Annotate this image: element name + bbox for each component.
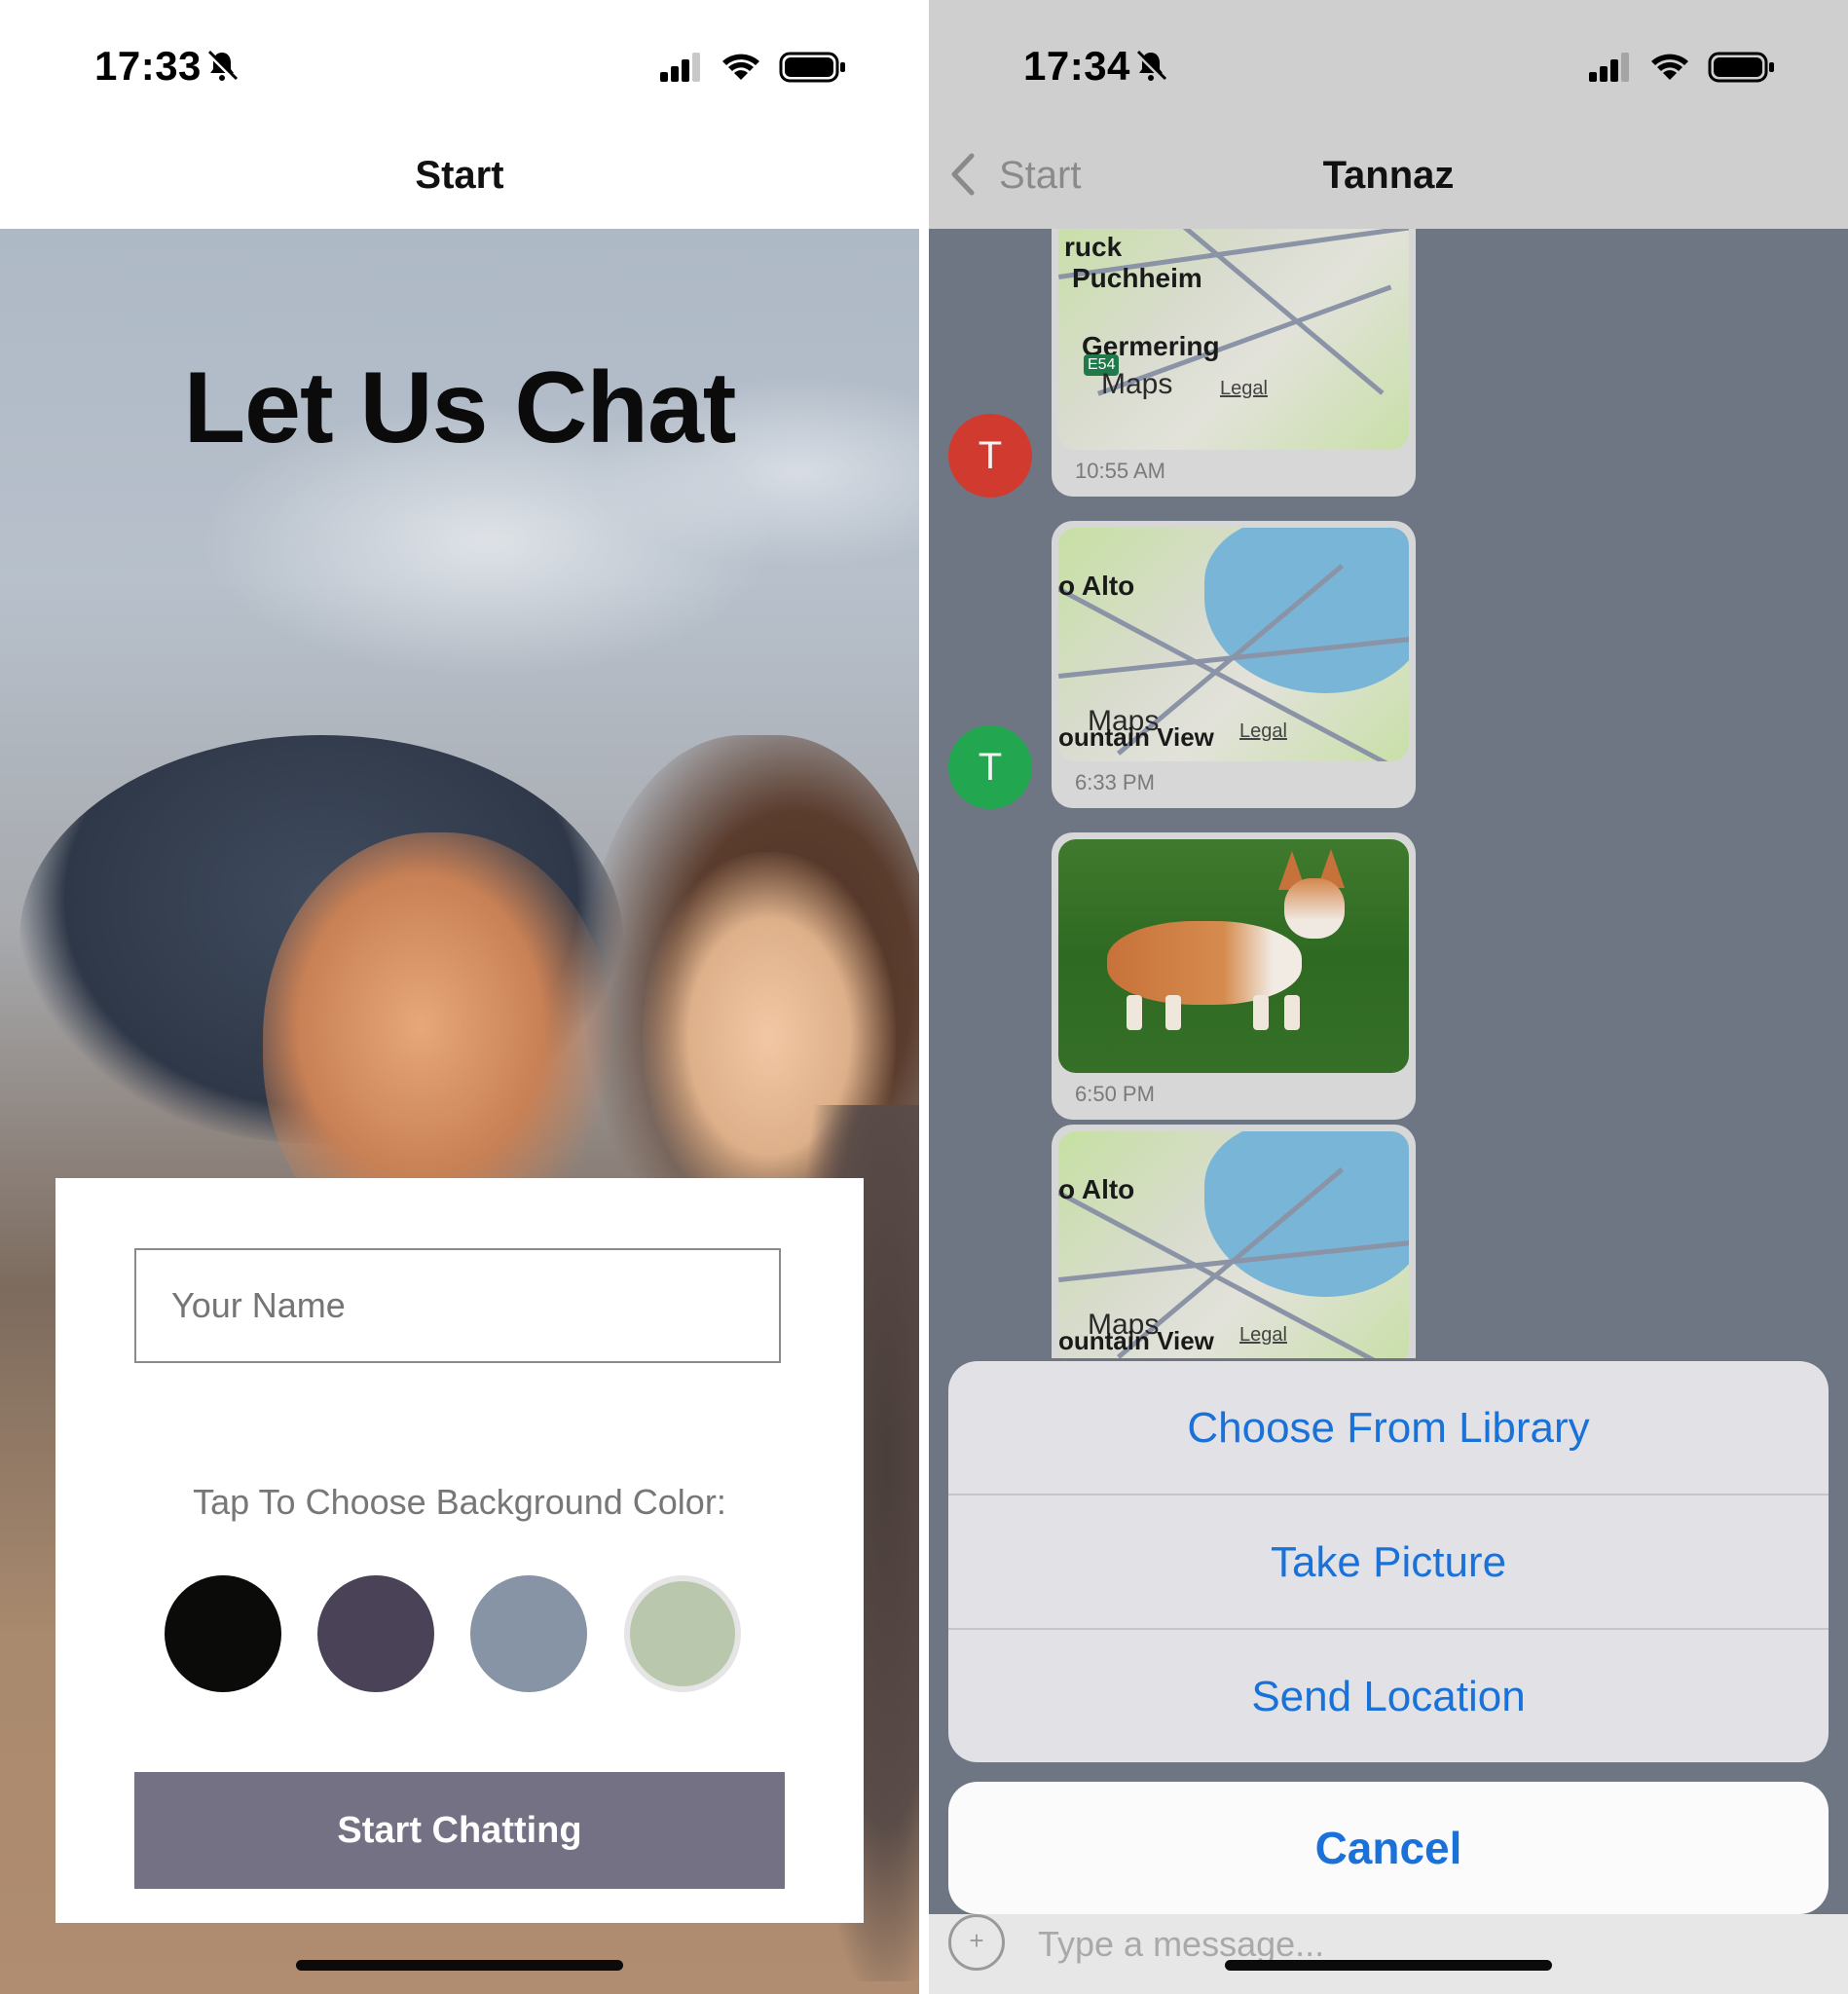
screen-divider: [919, 0, 929, 1994]
send-location-button[interactable]: Send Location: [948, 1630, 1829, 1762]
map-snapshot[interactable]: ruck Puchheim Germering E54 Maps Legal: [1058, 229, 1409, 450]
wifi-icon: [722, 54, 759, 80]
map-label: o Alto: [1058, 571, 1135, 601]
message-list: T ruck Puchheim Germering E54 Maps Legal…: [929, 229, 1848, 1358]
add-attachment-button[interactable]: +: [948, 1914, 1005, 1971]
nav-title: Start: [415, 154, 504, 197]
message-time: 6:33 PM: [1075, 770, 1155, 794]
app-title: Let Us Chat: [183, 351, 737, 464]
nav-bar: Start Tannaz: [929, 117, 1848, 229]
cancel-button[interactable]: Cancel: [948, 1782, 1829, 1914]
dog-leg: [1165, 995, 1181, 1030]
message-input[interactable]: Type a message...: [1038, 1924, 1324, 1965]
color-picker-label: Tap To Choose Background Color:: [193, 1482, 726, 1522]
cellular-signal-icon: [660, 53, 700, 82]
message-bubble[interactable]: 6:50 PM: [1052, 832, 1416, 1120]
message-composer: + Type a message...: [929, 1914, 1848, 1994]
home-indicator: [296, 1960, 623, 1971]
map-legal-link[interactable]: Legal: [1239, 720, 1287, 743]
choose-from-library-button[interactable]: Choose From Library: [948, 1361, 1829, 1495]
maps-logo: Maps: [1101, 368, 1173, 400]
message-bubble[interactable]: ruck Puchheim Germering E54 Maps Legal 1…: [1052, 229, 1416, 497]
chat-screen: 17:34 Start Tannaz T ruck Puchheim Germe…: [929, 0, 1848, 1994]
cellular-signal-icon: [1589, 53, 1629, 82]
color-swatch-black[interactable]: [165, 1575, 281, 1692]
message-time: 10:55 AM: [1075, 459, 1165, 483]
map-water: [1204, 528, 1409, 693]
status-time: 17:34: [1023, 43, 1130, 89]
map-label: ruck: [1064, 232, 1123, 262]
map-label: ountain View: [1058, 1326, 1214, 1355]
map-legal-link[interactable]: Legal: [1220, 378, 1268, 400]
dog-leg: [1284, 995, 1300, 1030]
color-swatch-green[interactable]: [624, 1575, 741, 1692]
avatar[interactable]: T: [948, 725, 1032, 809]
map-snapshot[interactable]: o Alto Maps ountain View Legal: [1058, 1131, 1409, 1358]
start-form: Tap To Choose Background Color: Start Ch…: [55, 1178, 864, 1923]
map-legal-link[interactable]: Legal: [1239, 1324, 1287, 1347]
color-swatch-blue-gray[interactable]: [470, 1575, 587, 1692]
start-chatting-button[interactable]: Start Chatting: [134, 1772, 785, 1889]
battery-icon: [1708, 52, 1774, 83]
message-bubble[interactable]: o Alto Maps ountain View Legal: [1052, 1125, 1416, 1358]
status-bar: 17:33: [0, 0, 919, 117]
map-water: [1204, 1131, 1409, 1297]
nav-bar: Start: [0, 117, 919, 229]
message-time: 6:50 PM: [1075, 1082, 1155, 1106]
color-swatch-purple[interactable]: [317, 1575, 434, 1692]
map-label: ountain View: [1058, 722, 1214, 752]
status-bar: 17:34: [929, 0, 1848, 117]
battery-icon: [779, 52, 845, 83]
dog-leg: [1253, 995, 1269, 1030]
name-input[interactable]: [134, 1248, 781, 1363]
dog-body: [1107, 921, 1302, 1005]
photo-attachment[interactable]: [1058, 839, 1409, 1073]
dog-head: [1284, 878, 1345, 939]
map-snapshot[interactable]: o Alto Maps ountain View Legal: [1058, 528, 1409, 761]
home-indicator: [1225, 1960, 1552, 1971]
action-sheet: Choose From Library Take Picture Send Lo…: [948, 1361, 1829, 1762]
map-label: Puchheim: [1072, 263, 1202, 293]
silent-bell-icon: [206, 50, 239, 82]
wifi-icon: [1651, 54, 1688, 80]
map-label: o Alto: [1058, 1174, 1135, 1204]
dog-leg: [1127, 995, 1142, 1030]
status-time: 17:33: [94, 43, 202, 89]
message-bubble[interactable]: o Alto Maps ountain View Legal 6:33 PM: [1052, 521, 1416, 808]
chat-title: Tannaz: [1322, 154, 1455, 197]
silent-bell-icon: [1135, 50, 1167, 82]
avatar[interactable]: T: [948, 414, 1032, 498]
start-screen: 17:33 Start Let Us Chat Your Name Tap To…: [0, 0, 919, 1994]
take-picture-button[interactable]: Take Picture: [948, 1496, 1829, 1629]
